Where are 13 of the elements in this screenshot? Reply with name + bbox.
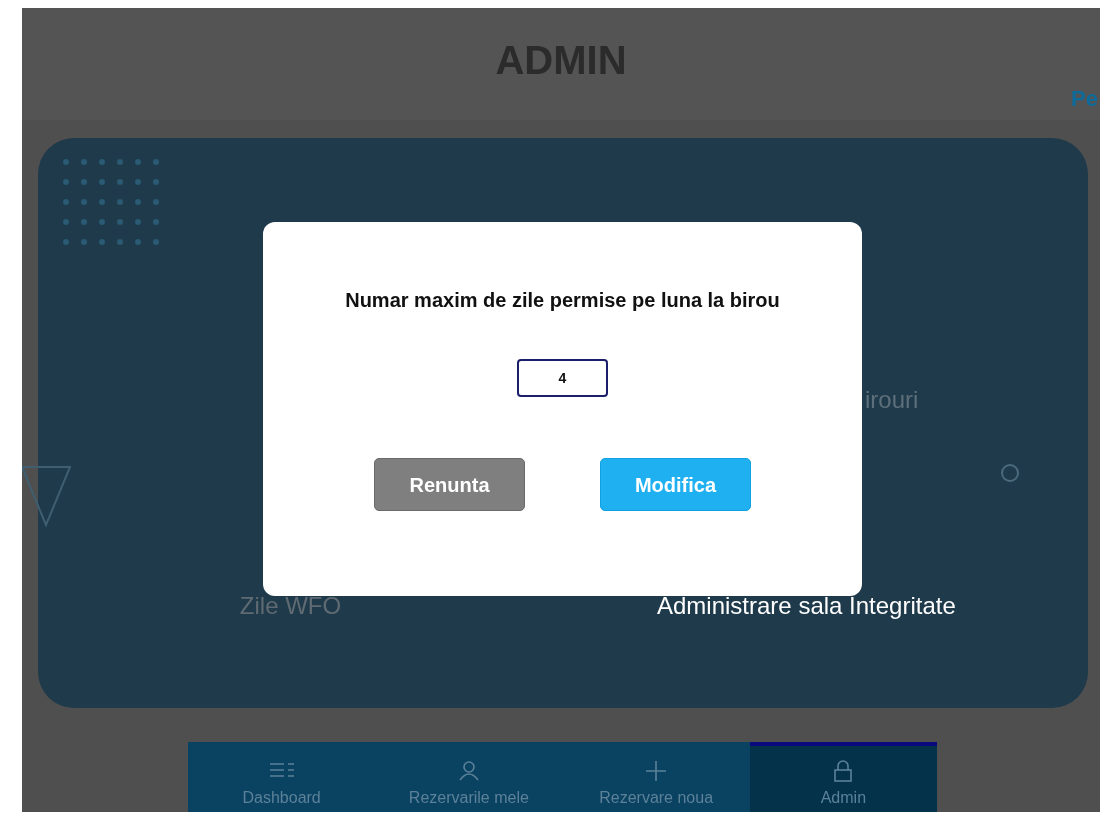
- nav-tab[interactable]: Admin: [749, 742, 937, 812]
- nav-tab[interactable]: Rezervare noua: [562, 742, 750, 812]
- tile-label: irouri: [865, 388, 919, 415]
- tile-label: Administrare sala Integritate: [657, 594, 956, 618]
- confirm-button[interactable]: Modifica: [600, 458, 751, 511]
- dialog-title: Numar maxim de zile permise pe luna la birou: [344, 288, 781, 313]
- triangle-outline-drawing: [22, 465, 72, 527]
- tile-label: Zile WFO: [239, 594, 342, 618]
- circle-outline-drawing: [1000, 463, 1020, 483]
- number-input-field[interactable]: 4: [517, 359, 608, 397]
- cancel-button[interactable]: Renunta: [374, 458, 525, 511]
- nav-tab[interactable]: Rezervarile mele: [375, 742, 563, 812]
- nav-tab[interactable]: Dashboard: [188, 742, 376, 812]
